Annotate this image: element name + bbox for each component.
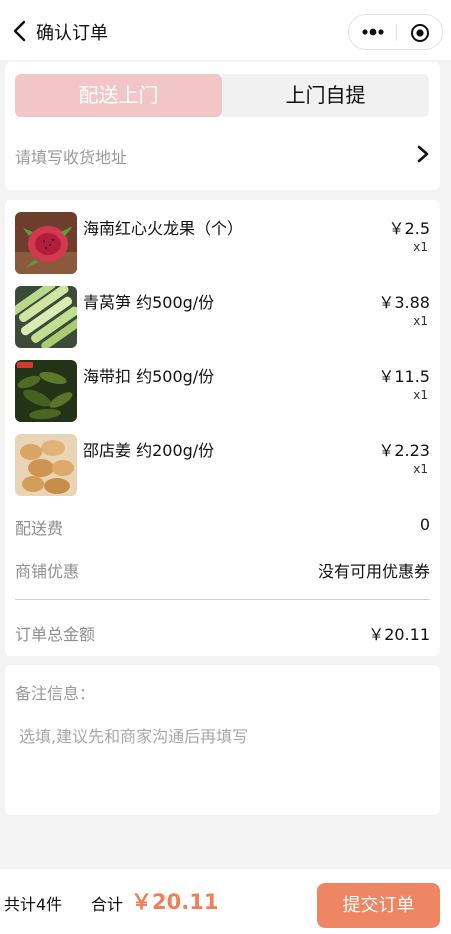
submit-order-button[interactable]: 提交订单 bbox=[317, 883, 440, 928]
list-item[interactable]: 青莴笋 约500g/份 ￥3.88 x1 bbox=[15, 286, 430, 348]
list-item[interactable]: 海带扣 约500g/份 ￥11.5 x1 bbox=[15, 360, 430, 422]
remark-input[interactable] bbox=[19, 721, 424, 751]
store-discount-row[interactable]: 商铺优惠 没有可用优惠券 bbox=[15, 558, 430, 582]
product-name: 海带扣 约500g/份 bbox=[83, 367, 215, 386]
item-count: 共计4件 bbox=[4, 895, 63, 914]
product-name: 海南红心火龙果（个） bbox=[83, 219, 244, 238]
back-arrow-icon[interactable] bbox=[10, 19, 30, 43]
chevron-right-icon bbox=[417, 145, 429, 163]
tab-pickup[interactable]: 上门自提 bbox=[222, 74, 429, 117]
mini-program-capsule bbox=[348, 14, 443, 50]
capsule-divider bbox=[396, 24, 397, 41]
tab-delivery[interactable]: 配送上门 bbox=[15, 74, 222, 117]
order-total-value: ￥20.11 bbox=[368, 625, 430, 644]
list-item[interactable]: 邵店姜 约200g/份 ￥2.23 x1 bbox=[15, 434, 430, 496]
address-row[interactable]: 请填写收货地址 bbox=[15, 138, 430, 170]
product-image-celtuce bbox=[15, 286, 77, 348]
product-quantity: x1 bbox=[413, 462, 428, 476]
delivery-card: 配送上门 上门自提 请填写收货地址 bbox=[5, 62, 440, 190]
remark-card: 备注信息： bbox=[5, 665, 440, 815]
page-title: 确认订单 bbox=[36, 23, 108, 44]
delivery-fee-label: 配送费 bbox=[15, 519, 64, 538]
order-total-label: 订单总金额 bbox=[15, 625, 96, 644]
nav-bar: 确认订单 bbox=[0, 0, 451, 60]
product-quantity: x1 bbox=[413, 240, 428, 254]
product-price: ￥2.5 bbox=[388, 219, 430, 238]
store-discount-label: 商铺优惠 bbox=[15, 562, 80, 581]
product-price: ￥2.23 bbox=[378, 441, 430, 460]
product-name: 邵店姜 约200g/份 bbox=[83, 441, 215, 460]
total-amount: ￥20.11 bbox=[131, 890, 219, 914]
product-name: 青莴笋 约500g/份 bbox=[83, 293, 215, 312]
order-items-card: 海南红心火龙果（个） ￥2.5 x1 青莴笋 约500g/份 ￥3.88 x1 bbox=[5, 200, 440, 656]
checkout-bar: 共计4件 合计 ￥20.11 提交订单 bbox=[0, 869, 451, 934]
product-quantity: x1 bbox=[413, 314, 428, 328]
list-item[interactable]: 海南红心火龙果（个） ￥2.5 x1 bbox=[15, 212, 430, 274]
product-price: ￥11.5 bbox=[378, 367, 430, 386]
product-image-kelp-knots bbox=[15, 360, 77, 422]
product-image-ginger bbox=[15, 434, 77, 496]
delivery-fee-row: 配送费 0 bbox=[15, 515, 430, 539]
product-image-dragon-fruit bbox=[15, 212, 77, 274]
order-total-row: 订单总金额 ￥20.11 bbox=[15, 621, 430, 645]
remark-label: 备注信息： bbox=[15, 684, 96, 703]
store-discount-value: 没有可用优惠券 bbox=[317, 562, 430, 581]
total-label: 合计 bbox=[91, 895, 124, 914]
delivery-fee-value: 0 bbox=[419, 515, 430, 534]
product-quantity: x1 bbox=[413, 388, 428, 402]
more-icon[interactable] bbox=[362, 26, 384, 38]
divider bbox=[15, 599, 430, 600]
product-price: ￥3.88 bbox=[378, 293, 430, 312]
close-target-icon[interactable] bbox=[410, 23, 430, 43]
address-placeholder: 请填写收货地址 bbox=[15, 148, 128, 167]
